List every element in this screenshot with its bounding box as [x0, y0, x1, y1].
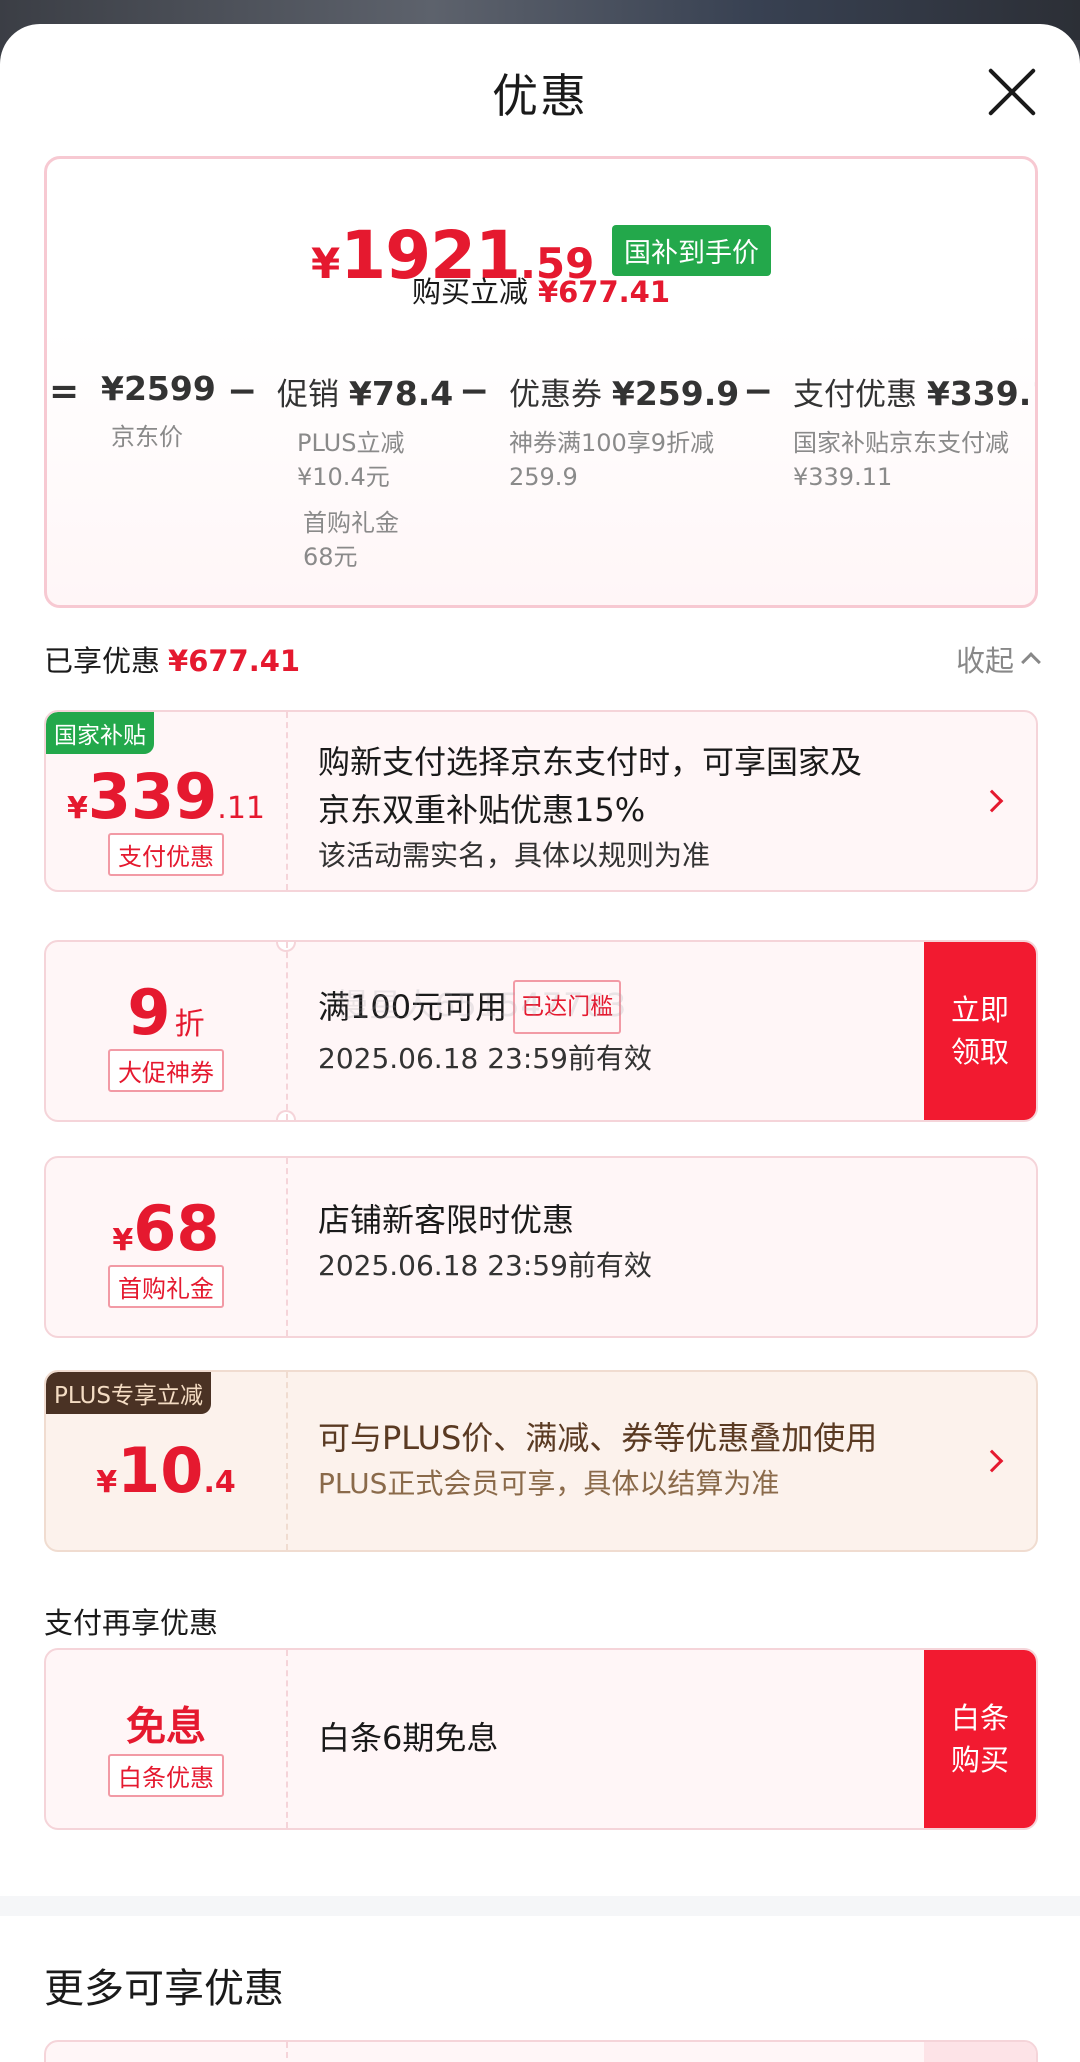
section-divider — [0, 1896, 1080, 1916]
collapse-button[interactable]: 收起 — [955, 638, 1041, 680]
card-type-tag: 白条优惠 — [108, 1754, 224, 1797]
card-action-area — [924, 2042, 1036, 2062]
card-type-tag: 首购礼金 — [108, 1265, 224, 1308]
breakdown-note: 神券满100享9折减 259.9 — [509, 426, 739, 494]
card-value: ¥10.4 — [46, 1434, 286, 1507]
breakdown-note-line: 68元 — [303, 543, 358, 571]
price-breakdown: = ¥2599 京东价 − 促销 ¥78.4 PLUS立减 ¥10.4元 首购礼… — [47, 345, 1035, 605]
plus-discount-card[interactable]: PLUS专享立减 ¥10.4 可与PLUS价、满减、券等优惠叠加使用 PLUS正… — [44, 1370, 1038, 1552]
card-value-currency: ¥ — [66, 791, 88, 826]
card-detail: 购新支付选择京东支付时，可享国家及 京东双重补贴优惠15% 该活动需实名，具体以… — [318, 712, 1036, 890]
first-purchase-gift-card: ¥68 首购礼金 店铺新客限时优惠 2025.06.18 23:59前有效 — [44, 1156, 1038, 1338]
breakdown-item-jd-price: ¥2599 京东价 — [101, 369, 216, 454]
action-label-line: 购买 — [950, 1743, 1009, 1777]
card-value-currency: ¥ — [112, 1223, 134, 1258]
card-value-integer: 10 — [117, 1434, 204, 1507]
breakdown-note: 京东价 — [111, 423, 183, 451]
action-label-line: 白条 — [950, 1701, 1009, 1735]
breakdown-label: 优惠券 — [509, 377, 602, 413]
breakdown-note: PLUS立减 ¥10.4元 首购礼金 68元 — [277, 426, 453, 574]
collapse-label: 收起 — [955, 644, 1014, 678]
card-subtitle: PLUS正式会员可享，具体以结算为准 — [318, 1467, 780, 1500]
card-value: 免息 — [126, 1704, 206, 1750]
card-value-area: 9折 大促神券 — [46, 942, 286, 1120]
card-value-currency: ¥ — [96, 1465, 118, 1500]
card-divider — [286, 712, 288, 890]
breakdown-amount: ¥2599 — [101, 369, 216, 408]
breakdown-note-line: ¥339.11 — [793, 463, 893, 491]
reduce-amount: ¥677.41 — [537, 275, 671, 309]
card-value-unit: 折 — [174, 1007, 205, 1042]
card-value: 9折 — [46, 976, 286, 1049]
breakdown-op-minus: − — [227, 371, 258, 412]
baitiao-buy-button[interactable]: 白条 购买 — [924, 1650, 1036, 1828]
card-divider — [286, 942, 288, 1120]
breakdown-note-line: 259.9 — [509, 463, 578, 491]
chevron-up-icon — [1021, 652, 1041, 672]
breakdown-note-line: ¥10.4元 — [297, 463, 390, 491]
card-type-tag: 支付优惠 — [108, 833, 224, 876]
more-discount-card — [44, 2040, 1038, 2062]
breakdown-op-equals: = — [49, 371, 80, 412]
breakdown-item-promotion: 促销 ¥78.4 PLUS立减 ¥10.4元 首购礼金 68元 — [277, 369, 453, 574]
breakdown-amount: ¥339.11 — [926, 374, 1035, 413]
reduce-line: 购买立减 ¥677.41 — [47, 269, 1035, 311]
card-value-area: ¥10.4 — [46, 1372, 286, 1550]
enjoyed-label: 已享优惠 — [44, 644, 161, 678]
card-value: ¥68 — [46, 1192, 286, 1265]
baitiao-card: 免息 白条优惠 白条6期免息 白条 购买 — [44, 1648, 1038, 1830]
card-title-line: 购新支付选择京东支付时，可享国家及 — [318, 743, 863, 781]
national-subsidy-card[interactable]: 国家补贴 ¥339.11 支付优惠 购新支付选择京东支付时，可享国家及 京东双重… — [44, 710, 1038, 892]
breakdown-item-coupon: 优惠券 ¥259.9 神券满100享9折减 259.9 — [509, 369, 739, 494]
card-title-line: 京东双重补贴优惠15% — [318, 791, 646, 829]
breakdown-label: 促销 — [277, 377, 339, 413]
card-value-decimal: .4 — [203, 1465, 236, 1500]
threshold-reached-tag: 已达门槛 — [513, 980, 622, 1034]
card-value-decimal: .11 — [217, 791, 265, 826]
card-divider — [286, 1650, 288, 1828]
card-value-integer: 68 — [133, 1192, 220, 1265]
card-divider — [286, 2042, 288, 2062]
card-detail: 可与PLUS价、满减、券等优惠叠加使用 PLUS正式会员可享，具体以结算为准 — [318, 1372, 1036, 1550]
action-label-line: 领取 — [950, 1035, 1009, 1069]
price-summary-card: ¥1921.59 国补到手价 购买立减 ¥677.41 = ¥2599 京东价 −… — [44, 156, 1038, 608]
card-divider — [286, 1158, 288, 1336]
card-title-line: 满100元可用 — [318, 988, 508, 1026]
discount-sheet: 优惠 ¥1921.59 国补到手价 购买立减 ¥677.41 = ¥2599 京东… — [0, 24, 1080, 2062]
action-label-line: 立即 — [950, 993, 1009, 1027]
card-divider — [286, 1372, 288, 1550]
card-detail: 店铺新客限时优惠 2025.06.18 23:59前有效 — [318, 1158, 1036, 1336]
breakdown-op-minus: − — [459, 371, 490, 412]
close-icon[interactable] — [984, 64, 1040, 120]
pay-section-label: 支付再享优惠 — [44, 1606, 219, 1640]
card-value-area: ¥68 首购礼金 — [46, 1158, 286, 1336]
card-value-integer: 339 — [87, 760, 218, 833]
card-subtitle: 该活动需实名，具体以规则为准 — [318, 839, 711, 872]
breakdown-amount: ¥78.4 — [348, 374, 454, 413]
card-type-tag: 大促神券 — [108, 1049, 224, 1092]
breakdown-note-line: 神券满100享9折减 — [509, 429, 715, 457]
breakdown-note-line: 国家补贴京东支付减 — [793, 429, 1009, 457]
breakdown-note-line: 首购礼金 — [303, 509, 399, 537]
card-value: ¥339.11 — [46, 760, 286, 833]
more-discounts-title: 更多可享优惠 — [44, 1966, 284, 2012]
card-validity: 2025.06.18 23:59前有效 — [318, 1249, 652, 1282]
card-title-line: 店铺新客限时优惠 — [318, 1201, 575, 1239]
breakdown-op-minus: − — [743, 371, 774, 412]
breakdown-note: 国家补贴京东支付减 ¥339.11 — [793, 426, 1035, 494]
reduce-label: 购买立减 — [411, 275, 528, 309]
coupon-card: 9折 大促神券 满100元可用 已达门槛 2025.06.18 23:59前有效 … — [44, 940, 1038, 1122]
card-title-line: 可与PLUS价、满减、券等优惠叠加使用 — [318, 1419, 878, 1457]
breakdown-label: 支付优惠 — [793, 377, 917, 413]
card-value-area: ¥339.11 支付优惠 — [46, 712, 286, 890]
breakdown-note-line: PLUS立减 — [297, 429, 405, 457]
breakdown-amount: ¥259.9 — [611, 374, 740, 413]
breakdown-item-payment: 支付优惠 ¥339.11 国家补贴京东支付减 ¥339.11 — [793, 369, 1035, 494]
sheet-title: 优惠 — [492, 69, 588, 123]
card-value-integer: 9 — [127, 976, 171, 1049]
claim-now-button[interactable]: 立即 领取 — [924, 942, 1036, 1120]
enjoyed-amount: ¥677.41 — [168, 644, 301, 678]
enjoyed-discount: 已享优惠 ¥677.41 — [44, 638, 300, 680]
card-value-area: 免息 白条优惠 — [46, 1650, 286, 1828]
